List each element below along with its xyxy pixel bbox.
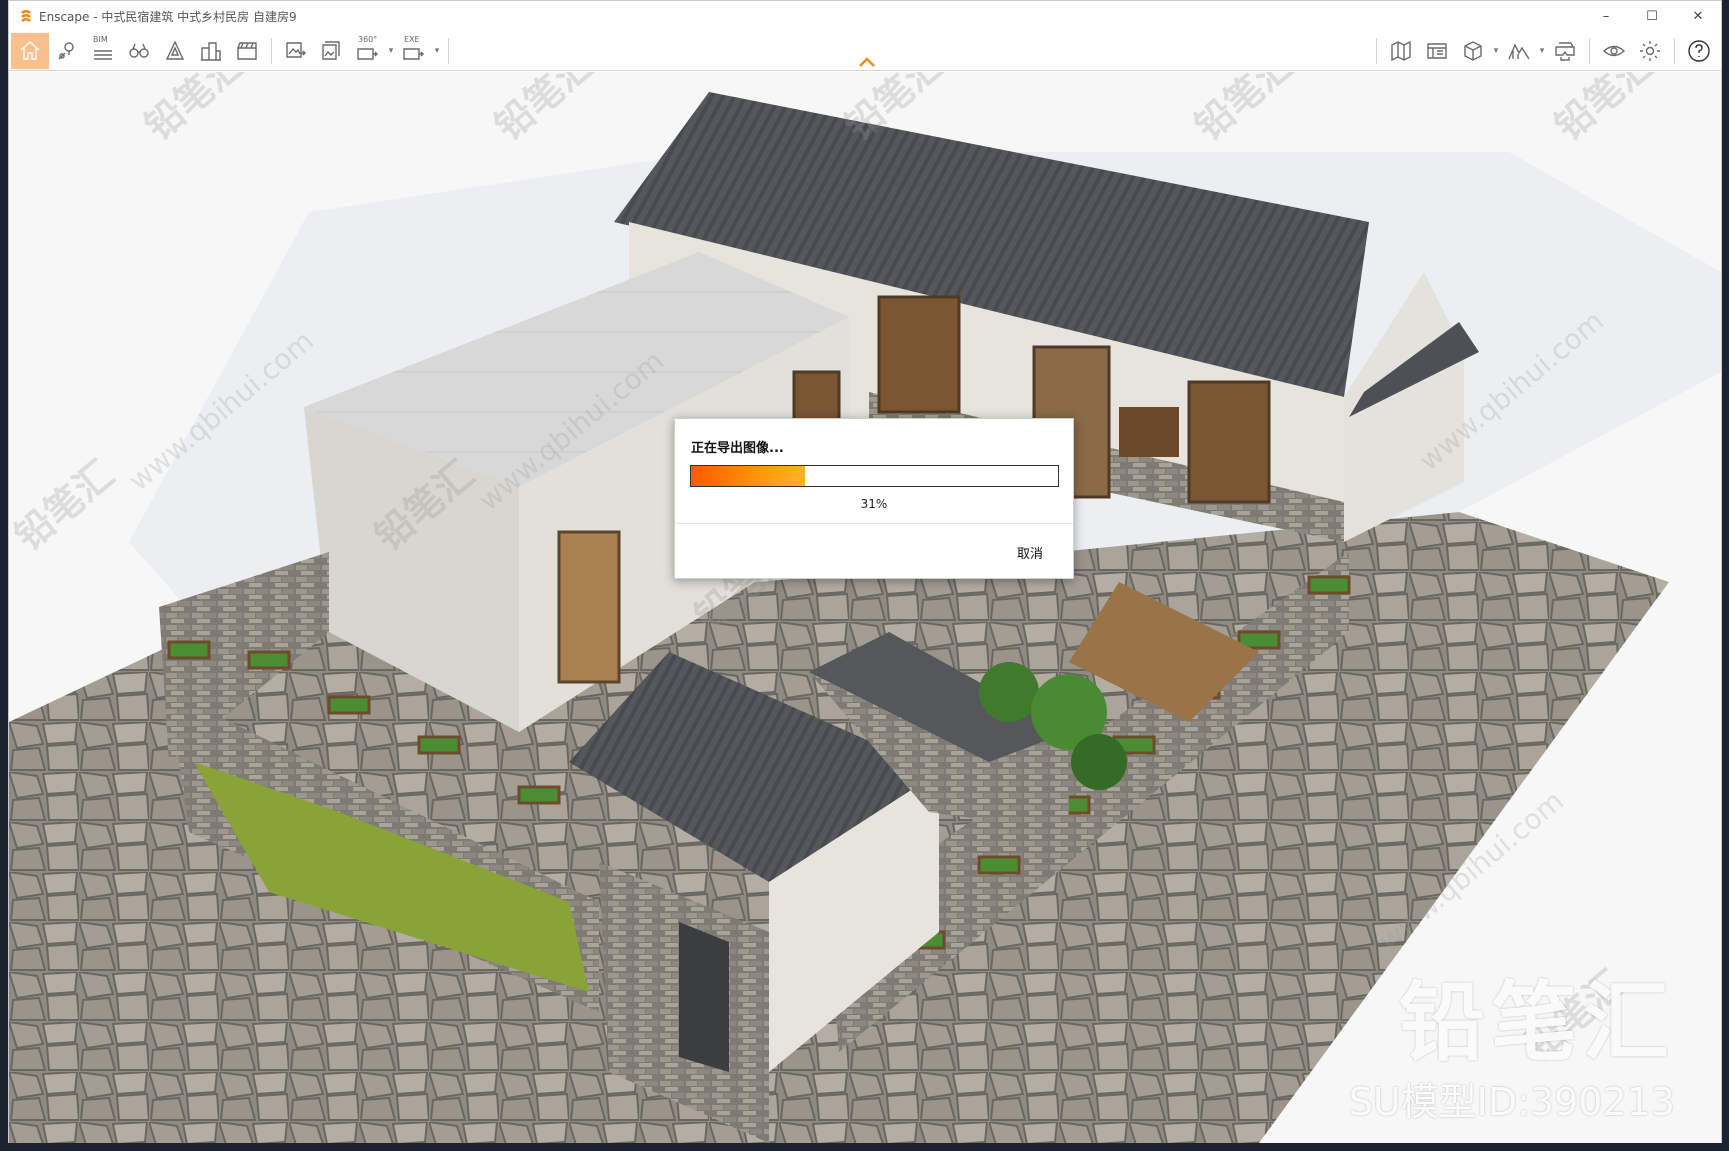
- toolbar-separator: [1376, 38, 1377, 64]
- sky-button[interactable]: [1501, 34, 1537, 68]
- exe-dropdown-icon[interactable]: ▾: [432, 34, 442, 68]
- video-button[interactable]: [229, 34, 265, 68]
- panorama-button[interactable]: 360°: [350, 34, 386, 68]
- export-progress-bar: [690, 465, 1059, 487]
- dialog-title: 正在导出图像...: [691, 441, 784, 456]
- binoculars-icon: [129, 43, 149, 58]
- triangle-shape-icon: [165, 40, 185, 60]
- batch-button[interactable]: [314, 34, 350, 68]
- image-export-icon: [286, 42, 306, 58]
- home-icon: [20, 41, 40, 60]
- batch-render-icon: [322, 41, 340, 60]
- render-viewport[interactable]: 铅笔汇 铅笔汇 铅笔汇 铅笔汇 铅笔汇 铅笔汇 铅笔汇 铅笔汇 铅笔汇 www.…: [9, 72, 1721, 1143]
- minimize-button[interactable]: –: [1583, 1, 1629, 31]
- binoculars-button[interactable]: [121, 34, 157, 68]
- home-button[interactable]: [11, 33, 49, 69]
- toolbar-separator: [448, 38, 449, 64]
- toolbar-left-group: BIM 360° ▾ EXE ▾: [9, 31, 455, 71]
- maximize-button[interactable]: ☐: [1629, 1, 1675, 31]
- vr-headset-icon: [1555, 42, 1575, 61]
- progress-percent: 31%: [860, 497, 888, 511]
- gear-icon: [1640, 41, 1660, 61]
- watermark-model-id: SU模型ID:390213: [1348, 1080, 1675, 1124]
- screenshot-button[interactable]: [278, 34, 314, 68]
- toolbar-separator: [1589, 38, 1590, 64]
- assets-button[interactable]: [157, 34, 193, 68]
- toolbar-right-group: ▾ ▾: [1370, 31, 1717, 71]
- exe-button[interactable]: EXE: [396, 34, 432, 68]
- views-button[interactable]: [49, 34, 85, 68]
- sky-dropdown-icon[interactable]: ▾: [1537, 34, 1547, 68]
- sheet-icon: [1427, 43, 1447, 59]
- help-button[interactable]: [1681, 34, 1717, 68]
- collapse-chevron-icon[interactable]: [857, 55, 877, 69]
- dialog-divider: [675, 523, 1073, 524]
- vr-button[interactable]: [1547, 34, 1583, 68]
- bim-tag: BIM: [93, 35, 108, 44]
- export-progress-dialog: 正在导出图像... 31% 取消: [674, 418, 1074, 579]
- toolbar-separator: [1674, 38, 1675, 64]
- watermark-logo: 铅笔汇 SU模型ID:390213: [1349, 952, 1675, 1126]
- title-bar: Enscape - 中式民宿建筑 中式乡村民房 自建房9 – ☐ ✕: [9, 1, 1721, 31]
- close-button[interactable]: ✕: [1675, 1, 1721, 31]
- app-window: Enscape - 中式民宿建筑 中式乡村民房 自建房9 – ☐ ✕ BIM 3…: [8, 0, 1722, 1143]
- watermark-brand: 铅笔汇: [1399, 973, 1675, 1073]
- exe-tag: EXE: [404, 35, 420, 44]
- buildings-button[interactable]: [193, 34, 229, 68]
- buildings-icon: [201, 42, 221, 61]
- clapperboard-icon: [237, 42, 257, 60]
- settings-button[interactable]: [1632, 34, 1668, 68]
- help-icon: [1688, 40, 1710, 62]
- cancel-button[interactable]: 取消: [1017, 543, 1043, 562]
- window-title: Enscape - 中式民宿建筑 中式乡村民房 自建房9: [39, 9, 297, 24]
- map-icon: [1391, 40, 1411, 62]
- mountain-icon: [1508, 43, 1530, 60]
- cube-icon: [1464, 41, 1482, 61]
- location-pin-icon: [58, 42, 74, 60]
- panorama-tag: 360°: [358, 35, 378, 44]
- progress-fill: [691, 466, 805, 486]
- map-button[interactable]: [1383, 34, 1419, 68]
- eye-icon: [1602, 45, 1626, 57]
- cube-dropdown-icon[interactable]: ▾: [1491, 34, 1501, 68]
- enscape-logo-icon: [21, 10, 31, 22]
- panorama-dropdown-icon[interactable]: ▾: [386, 34, 396, 68]
- window-controls: – ☐ ✕: [1583, 1, 1721, 31]
- bim-button[interactable]: BIM: [85, 34, 121, 68]
- cube-button[interactable]: [1455, 34, 1491, 68]
- visibility-button[interactable]: [1596, 34, 1632, 68]
- toolbar-separator: [271, 38, 272, 64]
- sheet-button[interactable]: [1419, 34, 1455, 68]
